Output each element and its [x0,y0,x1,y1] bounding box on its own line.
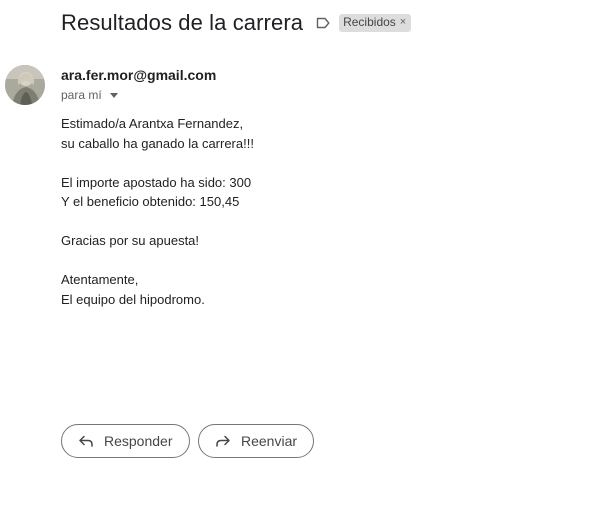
label-chip-text: Recibidos [343,15,396,29]
body-closing: Atentamente, [61,272,139,287]
reply-icon [79,435,93,447]
caret-down-icon[interactable] [108,89,120,101]
label-outline-icon[interactable] [315,15,331,31]
recipient-row: para mí [61,88,120,102]
recipient-text: para mí [61,88,102,102]
body-amount: El importe apostado ha sido: 300 [61,174,252,190]
remove-label-icon[interactable]: × [400,15,406,30]
forward-icon [216,435,230,447]
body-thanks: Gracias por su apuesta! [61,233,200,248]
label-chip-inbox[interactable]: Recibidos × [339,14,412,32]
subject-row: Resultados de la carrera Recibidos × [61,8,412,38]
reply-button[interactable]: Responder [61,424,190,458]
reply-label: Responder [104,433,173,449]
body-greeting: Estimado/a Arantxa Fernandez, [61,116,244,131]
forward-button[interactable]: Reenviar [198,424,314,458]
body-line: su caballo ha ganado la carrera!!! [61,135,254,151]
email-body: Estimado/a Arantxa Fernandez, su caballo… [61,114,561,309]
body-signature: El equipo del hipodromo. [61,291,205,307]
avatar[interactable] [5,65,45,105]
email-subject: Resultados de la carrera [61,10,304,35]
body-profit: Y el beneficio obtenido: 150,45 [61,194,240,209]
sender-email: ara.fer.mor@gmail.com [61,67,217,83]
forward-label: Reenviar [241,433,298,449]
